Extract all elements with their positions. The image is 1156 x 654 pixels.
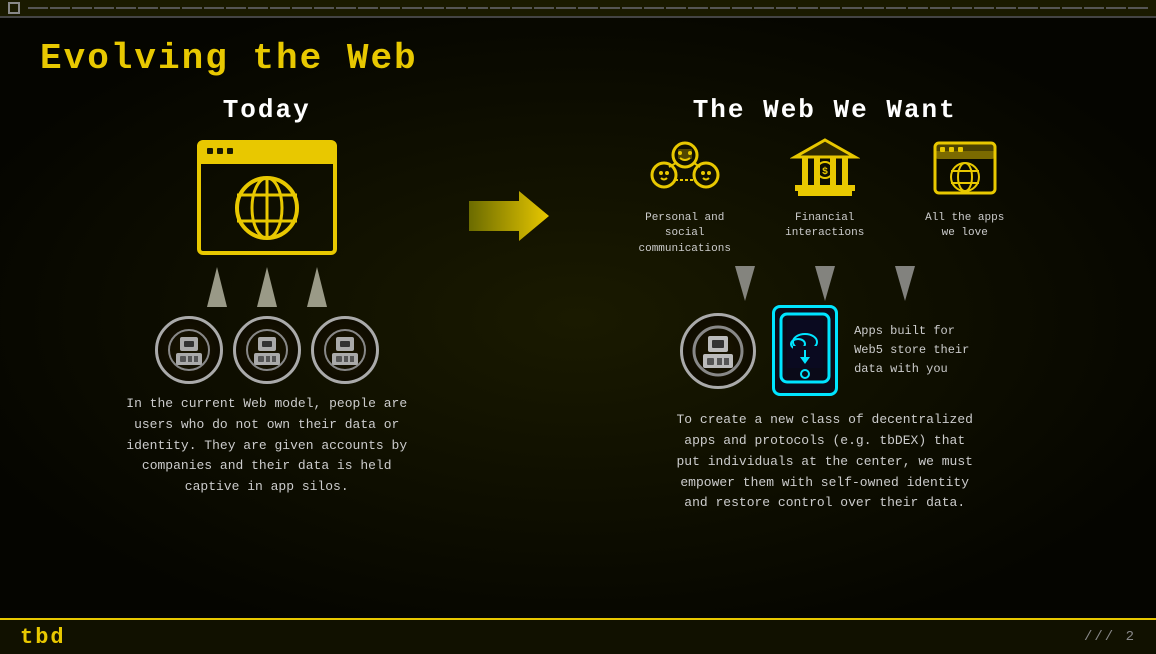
page-number: /// 2 xyxy=(1084,629,1136,645)
arrows-down-row xyxy=(735,266,915,301)
center-user-icon xyxy=(680,313,756,389)
financial-icon-label: Financial interactions xyxy=(785,211,864,242)
social-icon-block: Personal and social communications xyxy=(630,135,740,257)
browser-icon xyxy=(197,140,337,255)
financial-icon-block: $ Financial interactions xyxy=(770,135,880,257)
top-bar-decoration xyxy=(28,7,1148,9)
left-column: Today xyxy=(40,95,513,595)
user-icon-1 xyxy=(155,316,223,384)
user-icon-2 xyxy=(233,316,301,384)
svg-text:$: $ xyxy=(822,166,828,178)
phone-icon xyxy=(772,305,838,396)
page-title: Evolving the Web xyxy=(40,38,1116,79)
users-row xyxy=(155,316,379,384)
right-column: The Web We Want xyxy=(513,95,1116,595)
right-section-title: The Web We Want xyxy=(693,95,957,125)
apps-icon-block: All the apps we love xyxy=(910,135,1020,257)
social-icon-label: Personal and social communications xyxy=(630,211,740,257)
user-icon-3 xyxy=(311,316,379,384)
bottom-logo: tbd xyxy=(20,625,66,650)
columns-layout: Today xyxy=(40,95,1116,595)
right-description: To create a new class of decentralized a… xyxy=(676,410,972,514)
left-description: In the current Web model, people are use… xyxy=(126,394,407,498)
bottom-right-row: Apps built for Web5 store their data wit… xyxy=(680,305,969,396)
left-section-title: Today xyxy=(223,95,311,125)
top-bar xyxy=(0,0,1156,18)
arrows-up xyxy=(207,267,327,307)
apps-built-label: Apps built for Web5 store their data wit… xyxy=(854,322,969,380)
apps-icon-label: All the apps we love xyxy=(925,211,1004,242)
window-square xyxy=(8,2,20,14)
right-icons-row: Personal and social communications xyxy=(630,135,1020,257)
main-content: Evolving the Web Today xyxy=(0,18,1156,618)
bottom-bar: tbd /// 2 xyxy=(0,618,1156,654)
